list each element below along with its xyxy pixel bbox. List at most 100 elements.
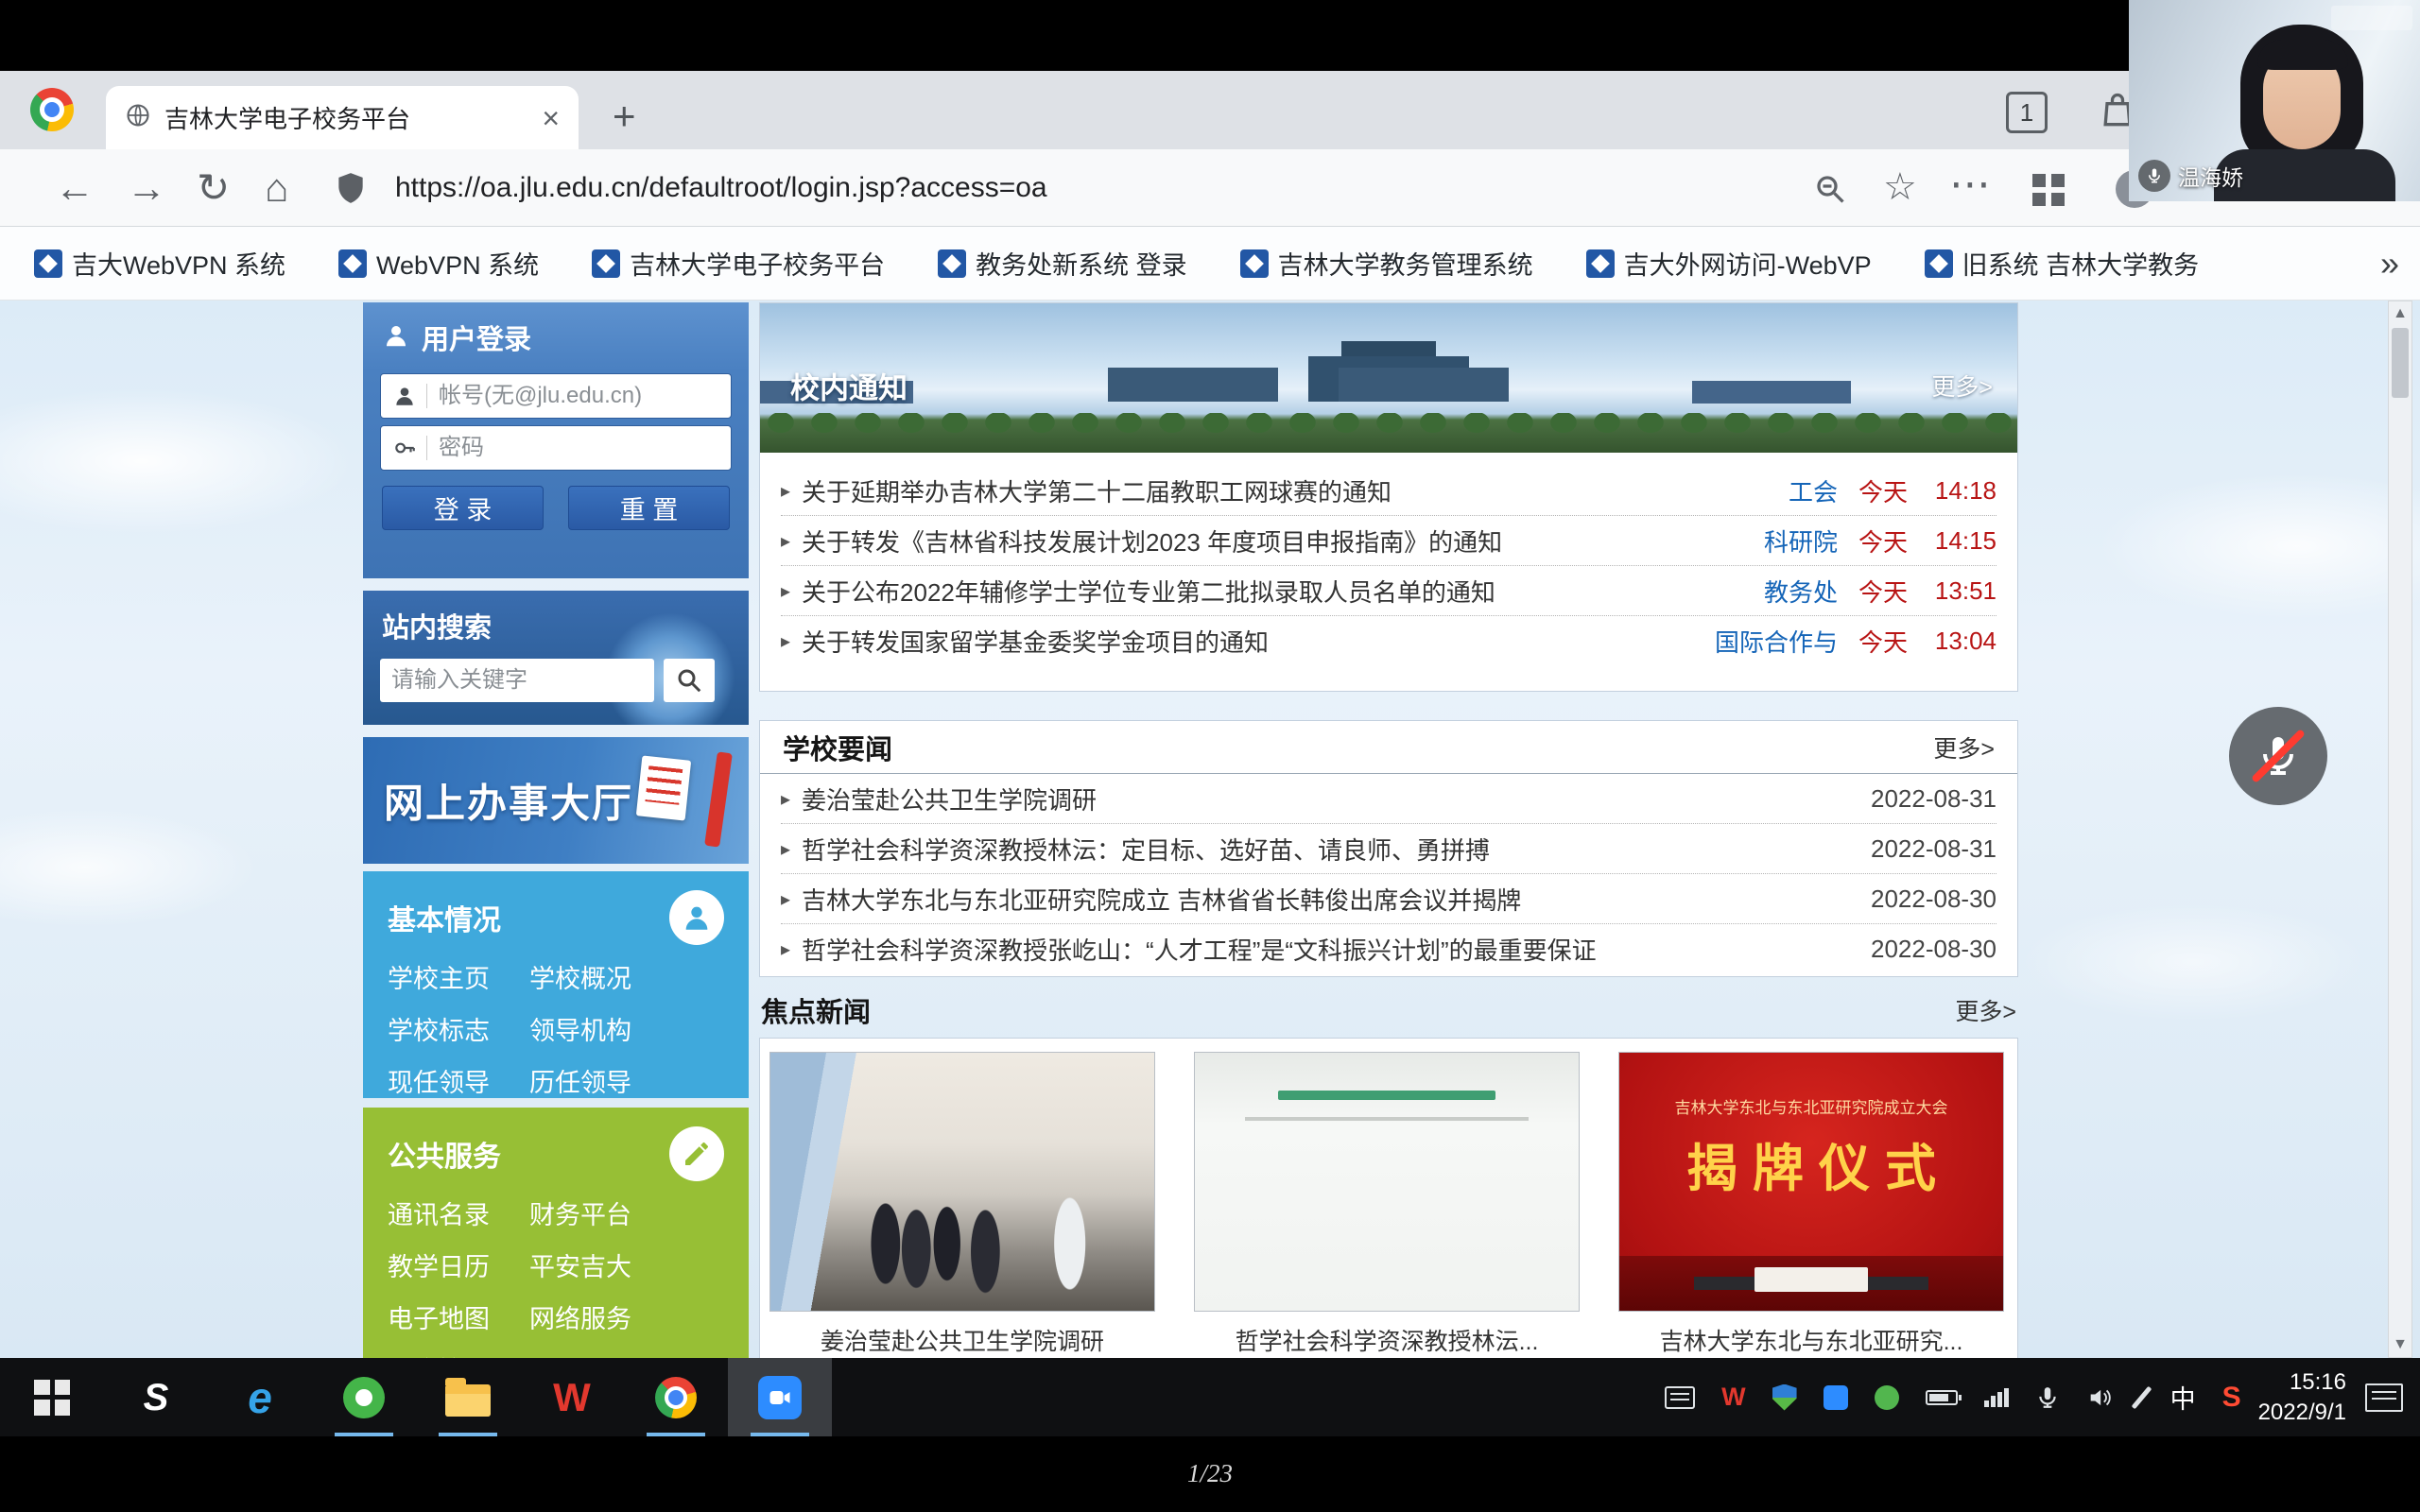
link-current-leaders[interactable]: 现任领导 [388,1062,529,1099]
link-calendar[interactable]: 教学日历 [388,1246,529,1283]
forward-button[interactable] [127,168,166,208]
notice-title[interactable]: 关于延期举办吉林大学第二十二届教职工网球赛的通知 [802,473,1696,508]
news-item-title[interactable]: 哲学社会科学资深教授林沄：定目标、选好苗、请良师、勇拼搏 [802,832,1826,867]
bookmark-item[interactable]: 吉大WebVPN 系统 [34,245,285,282]
scroll-up-arrow-icon[interactable] [2389,305,2411,322]
scroll-down-arrow-icon[interactable] [2389,1336,2411,1353]
notices-more-link[interactable]: 更多> [1931,369,1993,403]
tray-volume-icon[interactable] [2086,1384,2113,1411]
webcam-video-tile[interactable]: 温海娇 [2129,0,2420,201]
taskbar-wps-app[interactable] [520,1358,624,1436]
link-school-overview[interactable]: 学校概况 [529,958,724,995]
bookmark-item[interactable]: 吉林大学电子校务平台 [592,245,885,282]
home-button[interactable] [265,168,288,208]
link-directory[interactable]: 通讯名录 [388,1194,529,1231]
notice-title[interactable]: 关于公布2022年辅修学士学位专业第二批拟录取人员名单的通知 [802,574,1696,609]
news-more-link[interactable]: 更多> [1933,730,1995,765]
taskbar-meeting-app[interactable] [728,1358,832,1436]
focus-card-photo[interactable]: 吉林大学东北与东北亚研究院成立大会 揭牌仪式 [1618,1052,2004,1312]
focus-card-photo[interactable] [769,1052,1155,1312]
focus-card-caption[interactable]: 哲学社会科学资深教授林沄... [1194,1323,1580,1357]
news-item-title[interactable]: 哲学社会科学资深教授张屹山：“人才工程”是“文科振兴计划”的最重要保证 [802,932,1826,967]
link-school-home[interactable]: 学校主页 [388,958,529,995]
bookmark-item[interactable]: 旧系统 吉林大学教务 [1925,245,2200,282]
menu-ellipsis-icon[interactable] [1949,160,1991,208]
tab-close-icon[interactable] [542,103,560,133]
password-input[interactable] [439,435,719,461]
new-tab-button[interactable] [613,94,636,139]
link-map[interactable]: 电子地图 [388,1298,529,1335]
notice-row[interactable]: 关于公布2022年辅修学士学位专业第二批拟录取人员名单的通知 教务处 今天 13… [781,566,1996,616]
tray-microphone-icon[interactable] [2035,1385,2060,1410]
password-field[interactable] [380,425,732,471]
account-field[interactable] [380,373,732,419]
notice-dept-link[interactable]: 工会 [1696,473,1838,508]
tray-sogou-icon[interactable] [2222,1382,2241,1414]
taskbar-file-explorer[interactable] [416,1358,520,1436]
news-item-title[interactable]: 姜治莹赴公共卫生学院调研 [802,782,1826,816]
news-row[interactable]: 吉林大学东北与东北亚研究院成立 吉林省省长韩俊出席会议并揭牌 2022-08-3… [781,874,1996,924]
news-row[interactable]: 姜治莹赴公共卫生学院调研 2022-08-31 [781,774,1996,824]
notice-dept-link[interactable]: 教务处 [1696,574,1838,609]
notice-title[interactable]: 关于转发国家留学基金委奖学金项目的通知 [802,624,1696,659]
link-network[interactable]: 网络服务 [529,1298,724,1335]
news-row[interactable]: 哲学社会科学资深教授林沄：定目标、选好苗、请良师、勇拼搏 2022-08-31 [781,824,1996,874]
news-item-title[interactable]: 吉林大学东北与东北亚研究院成立 吉林省省长韩俊出席会议并揭牌 [802,882,1826,917]
notice-dept-link[interactable]: 科研院 [1696,524,1838,558]
taskbar-chrome-app[interactable] [624,1358,728,1436]
bookmarks-overflow-chevron-icon[interactable] [2371,244,2399,284]
site-search-button[interactable] [664,659,715,702]
taskbar-clock[interactable]: 15:16 2022/9/1 [2258,1367,2346,1426]
link-policies[interactable]: 制度管理 [388,1350,529,1358]
bookmark-item[interactable]: 吉大外网访问-WebVP [1586,245,1872,282]
focus-card[interactable]: 姜治莹赴公共卫生学院调研 [769,1052,1155,1357]
tray-blue-app-icon[interactable] [1824,1385,1848,1410]
service-hall-banner[interactable]: 网上办事大厅 [363,737,749,864]
tray-pen-icon[interactable] [2131,1385,2152,1409]
notice-row[interactable]: 关于转发国家留学基金委奖学金项目的通知 国际合作与 今天 13:04 [781,616,1996,666]
focus-more-link[interactable]: 更多> [1955,993,2016,1027]
reload-button[interactable] [197,168,230,208]
focus-card[interactable]: 吉林大学东北与东北亚研究院成立大会 揭牌仪式 吉林大学东北与东北亚研究... [1618,1052,2004,1357]
tray-green-app-icon[interactable] [1875,1385,1899,1410]
mute-microphone-button[interactable] [2229,707,2327,805]
link-finance[interactable]: 财务平台 [529,1194,724,1231]
tray-security-shield-icon[interactable] [1772,1384,1797,1411]
link-past-leaders[interactable]: 历任领导 [529,1062,724,1099]
notice-row[interactable]: 关于转发《吉林省科技发展计划2023 年度项目申报指南》的通知 科研院 今天 1… [781,516,1996,566]
shield-icon[interactable] [333,170,369,211]
back-button[interactable] [55,168,95,208]
start-button[interactable] [0,1358,104,1436]
site-search-field[interactable] [380,659,654,702]
reset-button[interactable]: 重 置 [568,486,730,530]
bookmark-item[interactable]: WebVPN 系统 [338,245,539,282]
taskbar-sogou-app[interactable] [104,1358,208,1436]
taskbar-360-browser[interactable] [312,1358,416,1436]
address-bar[interactable]: https://oa.jlu.edu.cn/defaultroot/login.… [395,172,1047,204]
taskbar-ie-app[interactable] [208,1358,312,1436]
bookmark-item[interactable]: 教务处新系统 登录 [938,245,1187,282]
zoom-magnifier-icon[interactable] [1813,172,1847,211]
tray-network-signal-icon[interactable] [1984,1388,2009,1407]
account-input[interactable] [439,383,719,409]
news-row[interactable]: 哲学社会科学资深教授张屹山：“人才工程”是“文科振兴计划”的最重要保证 2022… [781,924,1996,974]
apps-grid-icon[interactable] [2032,174,2065,206]
page-scrollbar[interactable] [2388,301,2412,1358]
tray-ime-candidate-icon[interactable] [1665,1386,1695,1409]
link-safety[interactable]: 平安吉大 [529,1246,724,1283]
bookmark-item[interactable]: 吉林大学教务管理系统 [1240,245,1533,282]
notice-dept-link[interactable]: 国际合作与 [1696,624,1838,659]
site-search-input[interactable] [391,667,643,694]
tray-battery-icon[interactable] [1926,1390,1958,1405]
focus-card[interactable]: 哲学社会科学资深教授林沄... [1194,1052,1580,1357]
link-school-logo[interactable]: 学校标志 [388,1010,529,1047]
tray-ime-language-icon[interactable]: 中 [2170,1379,2196,1416]
focus-card-photo[interactable] [1194,1052,1580,1312]
focus-card-caption[interactable]: 姜治莹赴公共卫生学院调研 [769,1323,1155,1357]
link-leadership-orgs[interactable]: 领导机构 [529,1010,724,1047]
notice-row[interactable]: 关于延期举办吉林大学第二十二届教职工网球赛的通知 工会 今天 14:18 [781,466,1996,516]
notice-title[interactable]: 关于转发《吉林省科技发展计划2023 年度项目申报指南》的通知 [802,524,1696,558]
login-button[interactable]: 登 录 [382,486,544,530]
window-count-badge[interactable]: 1 [2006,92,2048,133]
action-center-icon[interactable] [2365,1383,2403,1412]
